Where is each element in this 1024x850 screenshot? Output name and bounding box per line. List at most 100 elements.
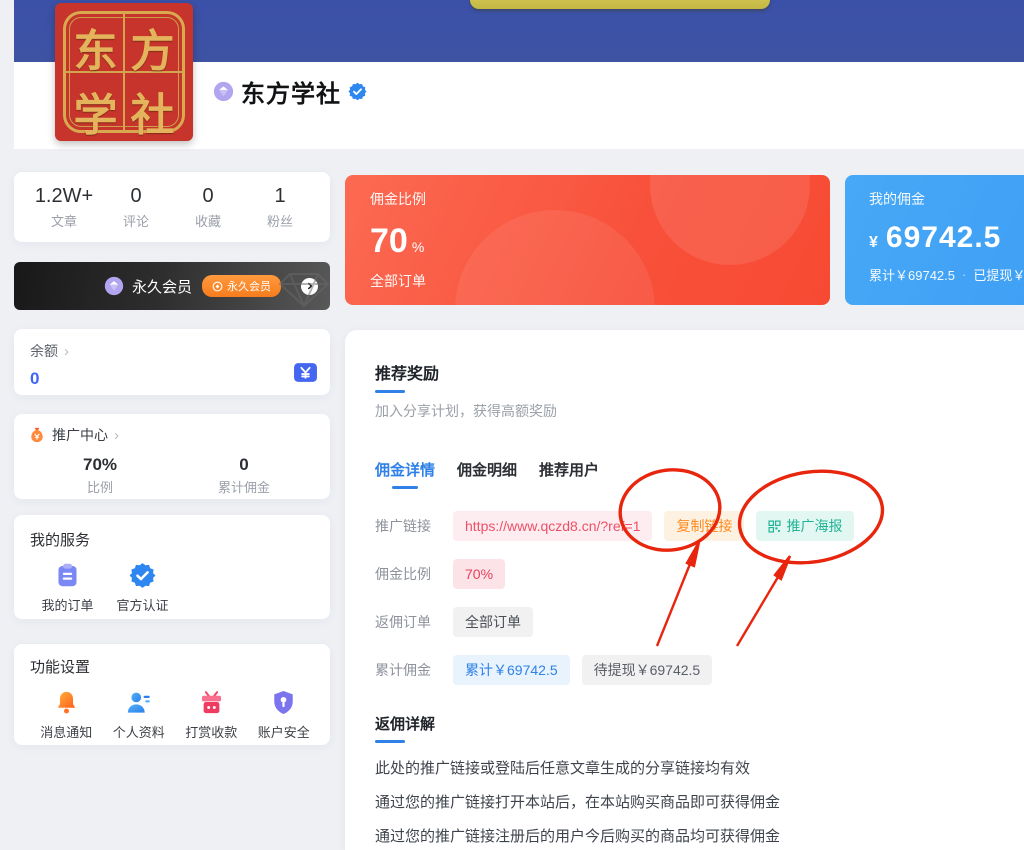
stat-value: 1: [274, 184, 286, 207]
commission-scope: 全部订单: [370, 273, 426, 289]
stat-fans[interactable]: 1 粉丝: [244, 172, 316, 242]
stats-card: 1.2W+ 文章 0 评论 0 收藏 1 粉丝: [14, 172, 330, 242]
stat-comments[interactable]: 0 评论: [100, 172, 172, 242]
profile-name-row: 东方学社: [213, 76, 367, 108]
promo-center-header[interactable]: 推广中心 ›: [28, 425, 316, 445]
commission-ratio-pill: 70%: [453, 559, 506, 589]
account-security-item[interactable]: 账户安全: [248, 689, 321, 741]
settings-title: 功能设置: [30, 659, 91, 676]
rebate-orders-pill: 全部订单: [453, 607, 533, 637]
promo-poster-label: 推广海报: [786, 518, 843, 534]
rebate-detail-line: 通过您的推广链接注册后的用户今后购买的商品均可获得佣金: [375, 828, 781, 845]
notifications-item[interactable]: 消息通知: [30, 689, 103, 741]
avatar-char: 学: [73, 91, 118, 140]
member-badge-icon: [212, 281, 223, 291]
rebate-detail-title: 返佣详解: [375, 716, 436, 733]
cumulative-commission-pill: 累计￥69742.5: [453, 655, 570, 685]
promo-center-card: 推广中心 › 70% 比例 0 累计佣金: [14, 414, 330, 499]
verified-badge-icon: [348, 82, 367, 100]
rebate-orders-label: 返佣订单: [375, 614, 431, 630]
member-title: 永久会员: [132, 278, 193, 296]
avatar[interactable]: 东 方 学 社: [55, 3, 193, 141]
stat-label: 文章: [50, 213, 77, 229]
referral-title: 推荐奖励: [375, 366, 440, 383]
gem-icon: [213, 81, 234, 101]
referral-subtitle: 加入分享计划，获得高额奖励: [375, 403, 557, 419]
promo-ratio-value: 70%: [82, 455, 118, 474]
commission-ratio-banner: 佣金比例 70% 全部订单: [345, 175, 830, 305]
settings-card: 功能设置 消息通知 个人资料 打赏收款 账户安全: [14, 644, 330, 745]
promo-link-value: https://www.qczd8.cn/?ref=1: [453, 511, 653, 541]
stat-value: 0: [130, 184, 142, 207]
my-services-title: 我的服务: [30, 532, 91, 549]
my-orders-item[interactable]: 我的订单: [30, 562, 105, 614]
member-banner[interactable]: 永久会员 永久会员: [14, 262, 330, 310]
yen-money-icon[interactable]: [293, 360, 318, 385]
member-badge[interactable]: 永久会员: [202, 275, 282, 297]
profile-info-item[interactable]: 个人资料: [103, 689, 176, 741]
my-orders-label: 我的订单: [41, 598, 94, 613]
my-commission-card: 我的佣金 ¥ 69742.5 累计￥69742.5 · 已提现￥69742.5: [845, 175, 1024, 305]
bell-icon: [57, 691, 75, 714]
promo-ratio-label: 比例: [86, 480, 113, 495]
rebate-detail-line: 通过您的推广链接打开本站后，在本站购买商品即可获得佣金: [375, 794, 781, 811]
account-security-label: 账户安全: [257, 725, 310, 740]
stat-label: 收藏: [194, 213, 221, 229]
promo-total: 0 累计佣金: [172, 455, 316, 496]
profile-info-label: 个人资料: [112, 725, 165, 740]
currency-symbol: ¥: [869, 234, 878, 251]
my-commission-title: 我的佣金: [869, 191, 925, 207]
top-banner-tab: [470, 0, 770, 9]
commission-withdrawn: 已提现￥69742.5: [973, 268, 1024, 283]
notifications-label: 消息通知: [40, 725, 93, 740]
tab-commission-records[interactable]: 佣金明细: [457, 459, 517, 489]
title-underline: [375, 740, 405, 743]
stat-favorites[interactable]: 0 收藏: [172, 172, 244, 242]
stat-label: 粉丝: [266, 213, 293, 229]
member-badge-label: 永久会员: [227, 281, 272, 293]
stat-value: 0: [202, 184, 214, 207]
balance-card: 余额 › 0: [14, 329, 330, 395]
commission-ratio-unit: %: [411, 239, 425, 255]
stat-value: 1.2W+: [34, 184, 94, 207]
tab-referred-users[interactable]: 推荐用户: [539, 459, 599, 489]
commission-ratio-row: 佣金比例 70%: [375, 559, 1024, 589]
promo-center-title: 推广中心: [52, 427, 108, 443]
person-icon: [128, 692, 150, 713]
promo-ratio: 70% 比例: [28, 455, 172, 496]
referral-panel: 推荐奖励 加入分享计划，获得高额奖励 佣金详情 佣金明细 推荐用户 推广链接 h…: [345, 330, 1024, 850]
promo-link-label: 推广链接: [375, 518, 431, 534]
avatar-char: 社: [130, 91, 175, 140]
chevron-right-icon: ›: [114, 426, 119, 444]
rebate-orders-row: 返佣订单 全部订单: [375, 607, 1024, 637]
shield-icon: [274, 691, 293, 714]
profile-name: 东方学社: [241, 80, 341, 108]
my-services-card: 我的服务 我的订单 官方认证: [14, 515, 330, 619]
title-underline: [375, 390, 405, 393]
balance-header[interactable]: 余额 ›: [30, 341, 316, 361]
rebate-detail-section: 返佣详解 此处的推广链接或登陆后任意文章生成的分享链接均有效 通过您的推广链接打…: [375, 713, 1024, 846]
stat-articles[interactable]: 1.2W+ 文章: [28, 172, 100, 242]
balance-title: 余额: [30, 343, 58, 359]
official-cert-label: 官方认证: [116, 598, 169, 613]
commission-ratio-row-label: 佣金比例: [375, 566, 431, 582]
chevron-right-icon: ›: [64, 342, 69, 360]
moneybag-icon: [31, 427, 43, 443]
commission-cumulative: 累计￥69742.5: [869, 268, 955, 283]
reward-collect-label: 打赏收款: [185, 725, 238, 740]
official-cert-item[interactable]: 官方认证: [105, 562, 180, 614]
gift-icon: [201, 691, 221, 714]
diamond-watermark-icon: [278, 273, 330, 308]
tab-commission-detail[interactable]: 佣金详情: [375, 459, 435, 489]
total-commission-row: 累计佣金 累计￥69742.5 待提现￥69742.5: [375, 655, 1024, 685]
referral-tabs: 佣金详情 佣金明细 推荐用户: [375, 459, 1024, 489]
copy-link-button[interactable]: 复制链接: [664, 511, 745, 541]
avatar-characters: 东 方 学 社: [67, 15, 181, 140]
balance-value: 0: [30, 369, 40, 388]
commission-ratio-value: 70: [370, 222, 408, 260]
qr-code-icon: [768, 519, 781, 533]
promo-poster-button[interactable]: 推广海报: [756, 511, 855, 541]
promo-total-label: 累计佣金: [217, 480, 270, 495]
reward-collect-item[interactable]: 打赏收款: [175, 689, 248, 741]
gem-icon: [104, 276, 124, 296]
